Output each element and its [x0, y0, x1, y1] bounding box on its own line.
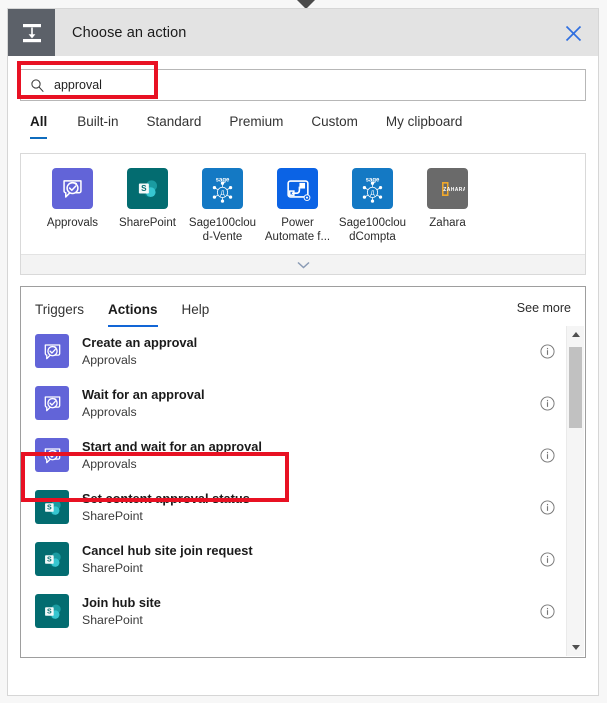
connector-zahara[interactable]: ZAHARA Zahara [410, 168, 485, 244]
choose-an-action-dialog: Choose an action approval All Built-in S… [7, 8, 599, 696]
list-item-title: Cancel hub site join request [82, 542, 253, 558]
list-item-text: Start and wait for an approval Approvals [82, 439, 539, 472]
svg-text:S: S [141, 184, 147, 193]
see-more-link[interactable]: See more [517, 301, 571, 315]
list-item[interactable]: S Set content approval status SharePoint [21, 481, 585, 533]
sage-icon: sage Д [352, 168, 393, 209]
tab-triggers[interactable]: Triggers [35, 301, 100, 319]
sharepoint-icon: S [35, 490, 69, 524]
search-area: approval [20, 69, 586, 101]
info-icon[interactable] [539, 499, 555, 515]
search-input[interactable]: approval [20, 69, 586, 101]
connector-sage100cloud-vente[interactable]: sage Д Sage100cloud-Vente [185, 168, 260, 244]
list-item-connector: Approvals [82, 404, 137, 419]
connector-power-automate[interactable]: Power Automate f... [260, 168, 335, 244]
results-tabs: Triggers Actions Help See more [21, 287, 585, 327]
list-item-start-and-wait-for-an-approval[interactable]: Start and wait for an approval Approvals [21, 429, 585, 481]
list-item-text: Create an approval Approvals [82, 335, 539, 368]
tab-my-clipboard[interactable]: My clipboard [372, 112, 477, 132]
approvals-icon [35, 386, 69, 420]
list-item-title: Join hub site [82, 594, 161, 610]
list-item-connector: Approvals [82, 352, 137, 367]
svg-text:Д: Д [370, 190, 375, 197]
tab-help[interactable]: Help [182, 301, 226, 319]
search-icon [30, 78, 45, 93]
approvals-icon [35, 438, 69, 472]
connector-label: Approvals [46, 217, 99, 229]
results-list: Create an approval Approvals Wait for an… [21, 325, 585, 657]
list-item-text: Join hub site SharePoint [82, 595, 539, 628]
svg-text:S: S [47, 608, 52, 615]
info-icon[interactable] [539, 343, 555, 359]
connector-label: Sage100cloudCompta [338, 217, 407, 243]
approvals-icon [35, 334, 69, 368]
connectors-grid: Approvals S SharePoint sage Д Sage100clo… [21, 154, 585, 254]
connector-label: SharePoint [119, 217, 176, 229]
tab-custom[interactable]: Custom [297, 112, 372, 132]
power-automate-icon [277, 168, 318, 209]
scrollbar-thumb[interactable] [569, 347, 582, 428]
connector-sage100cloud-compta[interactable]: sage Д Sage100cloudCompta [335, 168, 410, 244]
tab-premium[interactable]: Premium [215, 112, 297, 132]
tab-built-in[interactable]: Built-in [63, 112, 132, 132]
svg-text:ZAHARA: ZAHARA [443, 187, 465, 193]
list-item[interactable]: S Join hub site SharePoint [21, 585, 585, 637]
connector-label: Sage100cloud-Vente [188, 217, 257, 243]
info-icon[interactable] [539, 395, 555, 411]
info-icon[interactable] [539, 447, 555, 463]
chevron-down-icon [296, 257, 310, 272]
connector-label: Zahara [429, 217, 466, 229]
insert-action-icon [8, 9, 55, 56]
sharepoint-icon: S [35, 542, 69, 576]
svg-text:S: S [47, 556, 52, 563]
connector-sharepoint[interactable]: S SharePoint [110, 168, 185, 244]
sharepoint-icon: S [35, 594, 69, 628]
list-item-title: Create an approval [82, 334, 198, 350]
list-item[interactable]: Wait for an approval Approvals [21, 377, 585, 429]
list-item[interactable]: Create an approval Approvals [21, 325, 585, 377]
svg-text:Д: Д [220, 190, 225, 197]
list-item-text: Set content approval status SharePoint [82, 491, 539, 524]
scroll-up-arrow-icon[interactable] [567, 326, 584, 343]
tab-actions[interactable]: Actions [108, 301, 174, 327]
dialog-title: Choose an action [72, 24, 187, 41]
list-item-title: Wait for an approval [82, 386, 205, 402]
list-item[interactable]: S Cancel hub site join request SharePoin… [21, 533, 585, 585]
connectors-panel: Approvals S SharePoint sage Д Sage100clo… [20, 153, 586, 275]
list-item-connector: SharePoint [82, 560, 143, 575]
list-item-title: Start and wait for an approval [82, 438, 262, 454]
scroll-down-arrow-icon[interactable] [567, 639, 584, 656]
sage-icon: sage Д [202, 168, 243, 209]
results-panel: Triggers Actions Help See more Create an… [20, 286, 586, 658]
sharepoint-icon: S [127, 168, 168, 209]
svg-text:S: S [47, 504, 52, 511]
zahara-icon: ZAHARA [427, 168, 468, 209]
connector-label: Power Automate f... [264, 217, 331, 243]
connectors-expander[interactable] [21, 254, 585, 274]
connector-approvals[interactable]: Approvals [35, 168, 110, 244]
list-item-connector: SharePoint [82, 508, 143, 523]
tab-standard[interactable]: Standard [133, 112, 216, 132]
category-tabs: All Built-in Standard Premium Custom My … [30, 112, 598, 142]
close-icon[interactable] [558, 18, 588, 48]
info-icon[interactable] [539, 603, 555, 619]
approvals-icon [52, 168, 93, 209]
list-item-title: Set content approval status [82, 490, 250, 506]
list-item-connector: Approvals [82, 456, 137, 471]
results-scrollbar[interactable] [566, 326, 584, 656]
dialog-titlebar: Choose an action [8, 9, 598, 56]
info-icon[interactable] [539, 551, 555, 567]
page-background: Choose an action approval All Built-in S… [0, 0, 607, 703]
list-item-connector: SharePoint [82, 612, 143, 627]
tab-all[interactable]: All [30, 112, 63, 139]
search-input-value: approval [54, 78, 102, 92]
list-item-text: Cancel hub site join request SharePoint [82, 543, 539, 576]
list-item-text: Wait for an approval Approvals [82, 387, 539, 420]
